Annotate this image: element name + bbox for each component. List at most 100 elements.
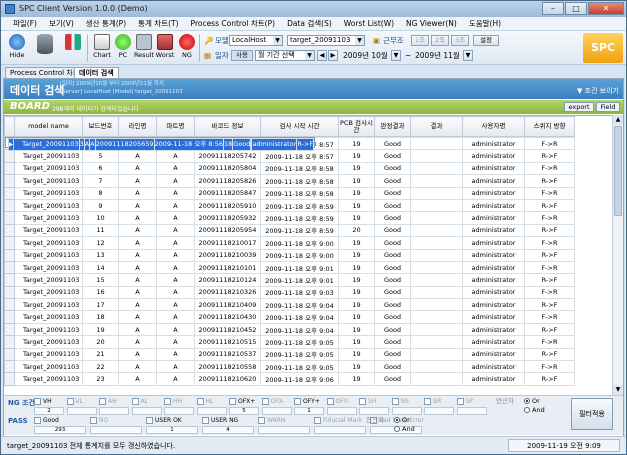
table-row[interactable]: Target_20091103 12 A A 20091118210017 2009-11… [4, 236, 575, 250]
col-start-time[interactable]: 검사 시작 시간 [260, 116, 339, 137]
table-row[interactable]: Target_20091103 20 A A 20091118210515 2009-11… [4, 335, 575, 349]
apply-filter-button[interactable]: 필터적용 [571, 398, 613, 430]
menu-help[interactable]: 도움말(H) [465, 17, 505, 30]
row-header[interactable] [4, 223, 15, 238]
row-header[interactable] [4, 360, 15, 374]
worst-button[interactable]: Worst [153, 33, 177, 63]
col-pcb-time[interactable]: PCB 검사시간 [338, 116, 375, 137]
table-row[interactable]: Target_20091103 7 A A 20091118205826 2009-11-… [4, 174, 575, 188]
row-header[interactable] [4, 161, 15, 176]
pass_filter-checkbox[interactable]: Good [34, 416, 94, 425]
table-row[interactable]: Target_20091103 8 A A 20091118205847 2009-11-… [4, 186, 575, 200]
table-row[interactable]: Target_20091103 6 A A 20091118205804 2009-11-… [4, 161, 575, 176]
pass_filter-and-radio[interactable]: And [394, 425, 415, 434]
table-row[interactable]: Target_20091103 16 A A 20091118210326 2009-11… [4, 285, 575, 300]
row-header[interactable] [4, 298, 15, 312]
menu-view[interactable]: 보기(V) [45, 17, 78, 30]
menu-stats-chart[interactable]: 통계 차트(T) [134, 17, 182, 30]
pass_filter-or-radio[interactable]: Or [394, 416, 410, 425]
row-header[interactable] [4, 149, 15, 163]
next-month-button[interactable]: ▶ [328, 50, 338, 61]
row-header[interactable] [4, 236, 15, 250]
menu-worst-list[interactable]: Worst List(W) [340, 17, 398, 30]
end-month-dropdown[interactable]: ▼ [463, 50, 473, 61]
date-use-button[interactable]: 사용 [231, 50, 253, 61]
row-header[interactable] [4, 310, 15, 324]
pass_filter-checkbox[interactable]: NG [90, 416, 150, 425]
pass_filter-checkbox[interactable]: WARN [258, 416, 318, 425]
scroll-up-icon[interactable]: ▲ [613, 115, 623, 125]
table-row[interactable]: Target_20091103 9 A A 20091118205910 2009-11-… [4, 198, 575, 213]
menu-data-search[interactable]: Data 검색(S) [283, 17, 336, 30]
database-button[interactable] [33, 33, 57, 63]
row-header[interactable] [4, 285, 15, 300]
row-header[interactable]: ▶ [7, 137, 15, 152]
row-header[interactable] [4, 186, 15, 200]
minimize-button[interactable]: – [542, 2, 564, 15]
col-user[interactable]: 사용자명 [462, 116, 525, 137]
ng_filter-or-radio[interactable]: Or [524, 397, 540, 406]
col-result[interactable]: 결과 [410, 116, 463, 137]
field-button[interactable]: Field [596, 102, 620, 112]
table-row[interactable]: Target_20091103 23 A A 20091118210620 2009-11… [4, 372, 575, 386]
table-row[interactable]: Target_20091103 18 A A 20091118210430 2009-11… [4, 310, 575, 324]
col-part[interactable]: 파트명 [156, 116, 195, 137]
close-button[interactable]: ✕ [588, 2, 624, 15]
row-header[interactable] [4, 211, 15, 225]
col-board-no[interactable]: 보드번호 [82, 116, 119, 137]
row-header[interactable] [4, 372, 15, 386]
row-header[interactable] [4, 248, 15, 262]
pass_filter-checkbox[interactable]: USER NG [202, 416, 262, 425]
tab-data-search[interactable]: 데이터 검색 [74, 67, 119, 78]
maximize-button[interactable]: □ [565, 2, 587, 15]
row-header[interactable] [4, 260, 15, 275]
col-line[interactable]: 라인명 [118, 116, 157, 137]
col-judgement[interactable]: 판정결과 [374, 116, 411, 137]
table-row[interactable]: Target_20091103 13 A A 20091118210039 2009-11… [4, 248, 575, 262]
network-button[interactable] [61, 33, 85, 63]
table-row[interactable]: Target_20091103 21 A A 20091118210537 2009-11… [4, 347, 575, 362]
table-row[interactable]: Target_20091103 14 A A 20091118210101 2009-11… [4, 260, 575, 275]
ng_filter-and-radio[interactable]: And [524, 406, 545, 415]
menu-process-control[interactable]: Process Control 차트(P) [187, 17, 280, 30]
range-select[interactable]: 월 기간 선택 ▼ [255, 50, 315, 61]
pass_filter-checkbox[interactable]: Fiducial Mark Error [314, 416, 374, 433]
shift-settings-button[interactable]: 설정 [473, 35, 499, 46]
table-row[interactable]: Target_20091103 11 A A 20091118205954 2009-11… [4, 223, 575, 238]
row-header[interactable] [4, 174, 15, 188]
table-row[interactable]: Target_20091103 17 A A 20091118210409 2009-11… [4, 298, 575, 312]
start-month-dropdown[interactable]: ▼ [391, 50, 401, 61]
table-row[interactable]: Target_20091103 22 A A 20091118210558 2009-11… [4, 360, 575, 374]
end-month[interactable]: 2009년 11월 [415, 50, 460, 61]
tab-process-control[interactable]: Process Control 차트 [5, 67, 85, 78]
scroll-thumb[interactable] [614, 126, 622, 216]
shift-1-button[interactable]: 1조 [411, 35, 429, 46]
menu-ng-viewer[interactable]: NG Viewer(N) [402, 17, 461, 30]
ng-button[interactable]: NG [175, 33, 199, 63]
row-header[interactable] [4, 198, 15, 213]
prev-month-button[interactable]: ◀ [317, 50, 327, 61]
table-row[interactable]: Target_20091103 10 A A 20091118205932 2009-11… [4, 211, 575, 225]
model-select[interactable]: target_20091103 ▼ [287, 35, 365, 46]
show-conditions-toggle[interactable]: ▼ 조건 보이기 [577, 86, 619, 96]
menu-file[interactable]: 파일(F) [9, 17, 41, 30]
table-row[interactable]: Target_20091103 19 A A 20091118210452 2009-11… [4, 322, 575, 337]
row-header[interactable] [4, 347, 15, 362]
col-barcode[interactable]: 바코드 정보 [194, 116, 261, 137]
table-row[interactable]: ▶ Target_20091103 3 A A 20091118205659 2009-11… [4, 137, 316, 152]
col-model-name[interactable]: model name [14, 116, 83, 137]
export-button[interactable]: export [564, 102, 594, 112]
start-month[interactable]: 2009년 10월 [343, 50, 388, 61]
pass_filter-checkbox[interactable]: USER OK [146, 416, 206, 425]
row-header[interactable] [4, 273, 15, 287]
table-row[interactable]: Target_20091103 5 A A 20091118205742 2009-11-… [4, 149, 575, 163]
col-squeegee[interactable]: 스퀴지 방향 [524, 116, 575, 137]
menu-production-stats[interactable]: 생산 통계(P) [82, 17, 130, 30]
scroll-down-icon[interactable]: ▼ [613, 385, 623, 395]
server-select[interactable]: LocalHost ▼ [229, 35, 283, 46]
row-header[interactable] [4, 322, 15, 337]
hide-button[interactable]: Hide [5, 33, 29, 63]
shift-3-button[interactable]: 3조 [451, 35, 469, 46]
shift-2-button[interactable]: 2조 [431, 35, 449, 46]
vertical-scrollbar[interactable]: ▲ ▼ [612, 115, 623, 395]
